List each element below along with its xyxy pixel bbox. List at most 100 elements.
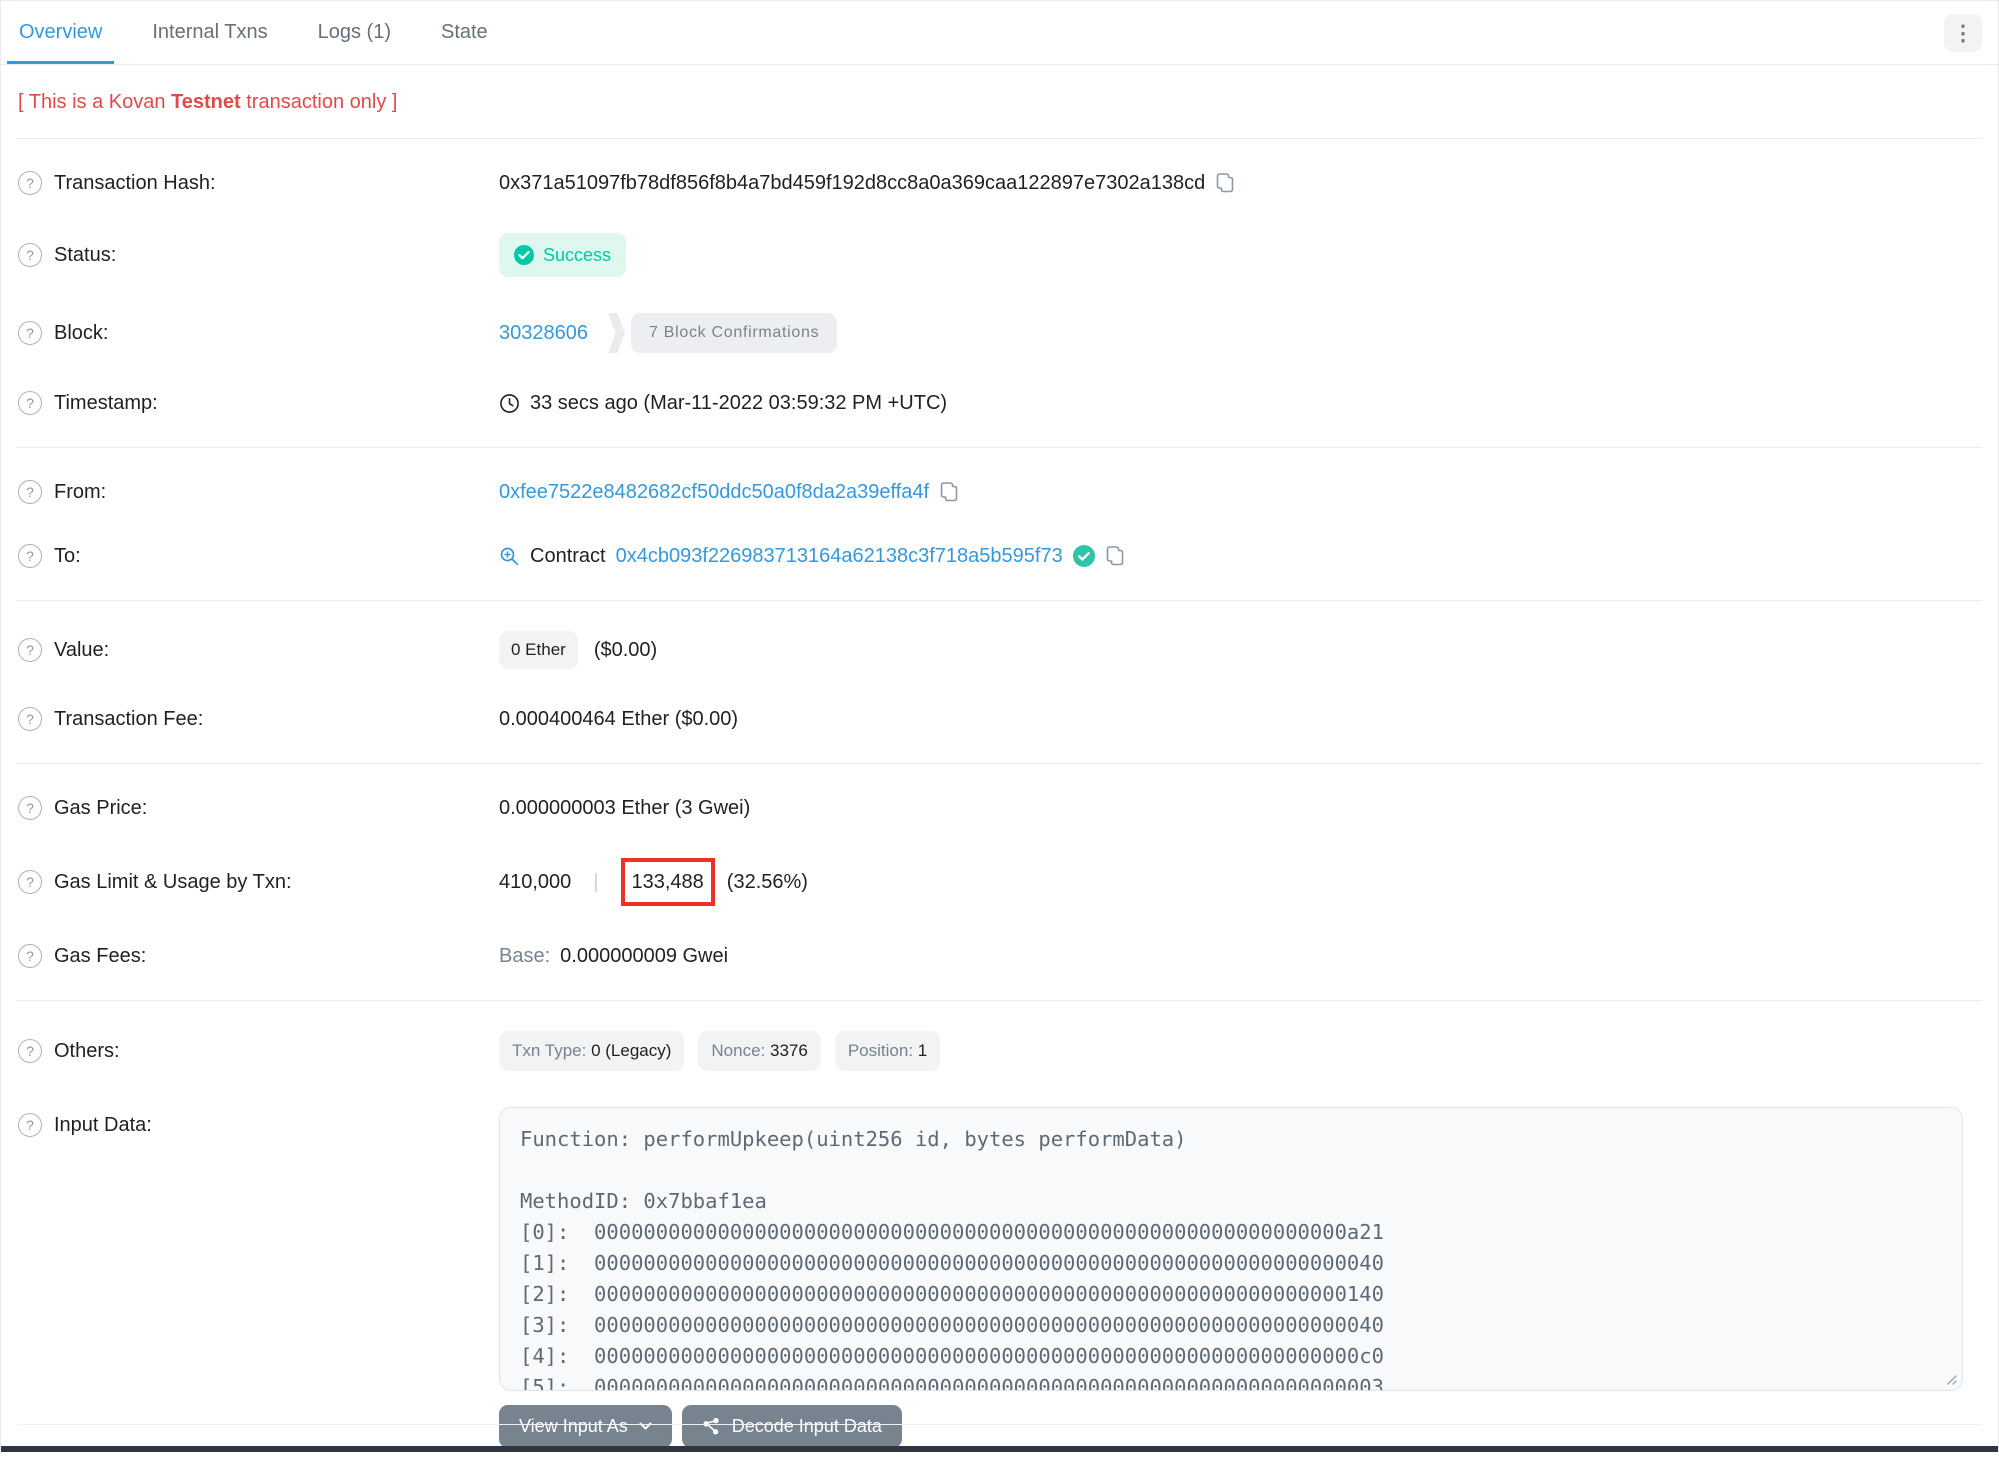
help-icon[interactable]: ?: [18, 321, 42, 345]
row-value: ? Value: 0 Ether ($0.00): [1, 613, 1998, 687]
help-icon[interactable]: ?: [18, 870, 42, 894]
tab-overview[interactable]: Overview: [7, 1, 114, 64]
gas-price-value: 0.000000003 Ether (3 Gwei): [499, 797, 751, 819]
row-timestamp: ? Timestamp: 33 secs ago (Mar-11-2022 03…: [1, 371, 1998, 435]
base-fee-value: 0.000000009 Gwei: [560, 945, 729, 967]
from-address-link[interactable]: 0xfee7522e8482682cf50ddc50a0f8da2a39effa…: [499, 478, 929, 506]
timestamp-value: 33 secs ago (Mar-11-2022 03:59:32 PM +UT…: [530, 392, 948, 414]
block-confirmations-badge: 7 Block Confirmations: [607, 313, 838, 353]
copy-icon: [940, 482, 958, 502]
help-icon[interactable]: ?: [18, 638, 42, 662]
transaction-details-card: Overview Internal Txns Logs (1) State ⋮ …: [0, 0, 1999, 1452]
tab-internal-txns[interactable]: Internal Txns: [140, 1, 279, 64]
row-from: ? From: 0xfee7522e8482682cf50ddc50a0f8da…: [1, 460, 1998, 524]
copy-to-address-button[interactable]: [1105, 545, 1125, 567]
section-parties: ? From: 0xfee7522e8482682cf50ddc50a0f8da…: [1, 448, 1998, 600]
annotation-red-box: 133,488: [620, 858, 715, 906]
row-others: ? Others: Txn Type: 0 (Legacy) Nonce: 33…: [1, 1013, 1998, 1089]
magnifier-plus-icon[interactable]: [499, 546, 520, 567]
view-input-as-label: View Input As: [519, 1416, 628, 1436]
tab-logs[interactable]: Logs (1): [306, 1, 403, 64]
help-icon[interactable]: ?: [18, 544, 42, 568]
to-address-link[interactable]: 0x4cb093f226983713164a62138c3f718a5b595f…: [616, 542, 1063, 570]
row-gas-fees: ? Gas Fees: Base: 0.000000009 Gwei: [1, 924, 1998, 988]
help-icon[interactable]: ?: [18, 171, 42, 195]
copy-icon: [1216, 173, 1234, 193]
clock-icon: [500, 393, 519, 413]
kebab-menu-button[interactable]: ⋮: [1944, 14, 1982, 52]
row-input-data: ? Input Data: Function: performUpkeep(ui…: [1, 1089, 1998, 1448]
copy-icon: [1106, 546, 1124, 566]
chevron-right-icon: [607, 313, 625, 353]
field-label: Others:: [54, 1040, 120, 1062]
footer-divider: [17, 1424, 1982, 1425]
section-others-input: ? Others: Txn Type: 0 (Legacy) Nonce: 33…: [1, 1001, 1998, 1460]
copy-from-address-button[interactable]: [939, 481, 959, 503]
field-label: From:: [54, 481, 107, 503]
gas-limit-value: 410,000: [499, 871, 572, 893]
help-icon[interactable]: ?: [18, 1113, 42, 1137]
status-badge: Success: [499, 233, 627, 277]
field-label: Gas Fees:: [54, 945, 147, 967]
help-icon[interactable]: ?: [18, 944, 42, 968]
gas-separator: |: [593, 871, 599, 893]
field-label: Timestamp:: [54, 392, 158, 414]
help-icon[interactable]: ?: [18, 391, 42, 415]
field-label: To:: [54, 545, 81, 567]
input-data-actions: View Input As Decode Input Data: [499, 1405, 1974, 1448]
notice-text: transaction only ]: [240, 91, 398, 113]
transaction-fee-value: 0.000400464 Ether ($0.00): [499, 708, 739, 730]
row-transaction-fee: ? Transaction Fee: 0.000400464 Ether ($0…: [1, 687, 1998, 751]
view-input-as-button[interactable]: View Input As: [499, 1405, 672, 1448]
txn-type-label: Txn Type:: [512, 1041, 587, 1060]
copy-hash-button[interactable]: [1215, 172, 1235, 194]
check-circle-icon: [514, 245, 534, 265]
nonce-label: Nonce:: [711, 1041, 766, 1060]
section-value: ? Value: 0 Ether ($0.00) ? Transaction F…: [1, 601, 1998, 763]
decode-input-data-button[interactable]: Decode Input Data: [681, 1405, 902, 1448]
resize-grip-icon[interactable]: [1944, 1372, 1958, 1386]
field-label: Transaction Fee:: [54, 708, 204, 730]
kebab-icon: ⋮: [1952, 21, 1974, 45]
testnet-notice: [ This is a Kovan Testnet transaction on…: [1, 65, 1998, 138]
position-label: Position:: [847, 1041, 914, 1060]
nonce-badge: Nonce: 3376: [698, 1031, 821, 1071]
footer-dark-bar: [1, 1446, 1998, 1452]
help-icon[interactable]: ?: [18, 1039, 42, 1063]
field-label: Status:: [54, 244, 117, 266]
field-label: Block:: [54, 322, 109, 344]
row-transaction-hash: ? Transaction Hash: 0x371a51097fb78df856…: [1, 151, 1998, 215]
field-label: Gas Price:: [54, 797, 148, 819]
decode-icon: [703, 1417, 719, 1435]
help-icon[interactable]: ?: [18, 480, 42, 504]
help-icon[interactable]: ?: [18, 796, 42, 820]
row-to: ? To: Contract 0x4cb093f226983713164a621…: [1, 524, 1998, 588]
tab-state[interactable]: State: [429, 1, 500, 64]
gas-used-value: 133,488: [631, 871, 704, 893]
decode-input-data-label: Decode Input Data: [731, 1416, 882, 1436]
input-data-container: Function: performUpkeep(uint256 id, byte…: [499, 1107, 1963, 1391]
tab-bar: Overview Internal Txns Logs (1) State ⋮: [1, 1, 1998, 65]
help-icon[interactable]: ?: [18, 243, 42, 267]
status-text: Success: [543, 245, 612, 265]
ether-value-badge: 0 Ether: [499, 631, 578, 669]
transaction-hash-value: 0x371a51097fb78df856f8b4a7bd459f192d8cc8…: [499, 172, 1206, 194]
nonce-value: 3376: [770, 1041, 808, 1060]
row-gas-price: ? Gas Price: 0.000000003 Ether (3 Gwei): [1, 776, 1998, 840]
row-gas-limit-usage: ? Gas Limit & Usage by Txn: 410,000 | 13…: [1, 840, 1998, 924]
position-badge: Position: 1: [834, 1031, 941, 1071]
txn-type-badge: Txn Type: 0 (Legacy): [499, 1031, 685, 1071]
row-status: ? Status: Success: [1, 215, 1998, 295]
input-data-box[interactable]: Function: performUpkeep(uint256 id, byte…: [499, 1107, 1963, 1391]
field-label: Gas Limit & Usage by Txn:: [54, 871, 292, 893]
to-contract-prefix: Contract: [530, 545, 606, 567]
section-gas: ? Gas Price: 0.000000003 Ether (3 Gwei) …: [1, 764, 1998, 1000]
verified-check-icon: [1072, 545, 1095, 567]
field-label: Value:: [54, 639, 110, 661]
position-value: 1: [917, 1041, 928, 1060]
block-number-link[interactable]: 30328606: [499, 319, 588, 347]
base-fee-label: Base:: [499, 945, 551, 967]
section-summary: ? Transaction Hash: 0x371a51097fb78df856…: [1, 139, 1998, 447]
notice-text: [ This is a Kovan: [18, 91, 172, 113]
help-icon[interactable]: ?: [18, 707, 42, 731]
